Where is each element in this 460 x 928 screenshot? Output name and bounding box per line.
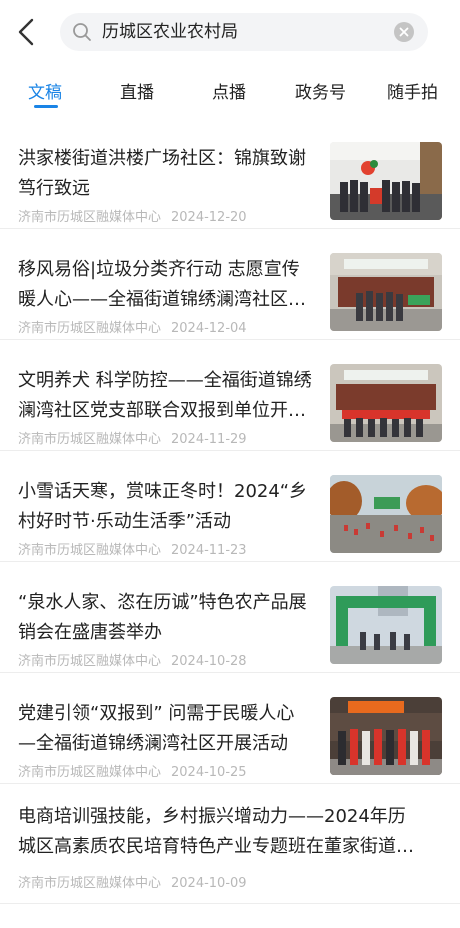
tab-zhibo[interactable]: 直播 xyxy=(120,78,154,103)
article-date: 2024-11-23 xyxy=(171,543,247,558)
search-input[interactable] xyxy=(102,13,382,51)
article-meta: 济南市历城区融媒体中心 2024-12-20 xyxy=(18,206,247,225)
article-source: 济南市历城区融媒体中心 xyxy=(18,765,162,780)
article-item[interactable]: 文明养犬 科学防控——全福街道锦绣澜湾社区党支部联合双报到单位开展文明养犬宣传活… xyxy=(0,340,460,451)
article-meta: 济南市历城区融媒体中心 2024-12-04 xyxy=(18,317,247,336)
article-item[interactable]: 移风易俗|垃圾分类齐行动 志愿宣传暖人心——全福街道锦绣澜湾社区开展垃圾分类宣传… xyxy=(0,229,460,340)
article-title: “泉水人家、恣在历诚”特色农产品展销会在盛唐荟举办 xyxy=(18,592,307,643)
tab-suishoupai[interactable]: 随手拍 xyxy=(387,78,438,103)
article-source: 济南市历城区融媒体中心 xyxy=(18,210,162,225)
article-title: 小雪话天寒，赏味正冬时！2024“乡村好时节·乐动生活季”活动 xyxy=(18,481,308,532)
article-title: 电商培训强技能，乡村振兴增动力——2024年历城区高素质农民培育特色产业专题班在… xyxy=(18,806,414,857)
article-meta: 济南市历城区融媒体中心 2024-10-28 xyxy=(18,650,247,669)
article-thumbnail xyxy=(330,364,442,442)
tab-dianbo[interactable]: 点播 xyxy=(212,78,246,103)
search-box[interactable] xyxy=(60,13,428,51)
article-date: 2024-10-28 xyxy=(171,654,247,669)
article-title: 洪家楼街道洪楼广场社区：锦旗致谢 笃行致远 xyxy=(18,148,306,199)
article-source: 济南市历城区融媒体中心 xyxy=(18,432,162,447)
category-tabs: 文稿 直播 点播 政务号 随手拍 xyxy=(0,62,460,118)
article-list: 洪家楼街道洪楼广场社区：锦旗致谢 笃行致远 济南市历城区融媒体中心 2024-12… xyxy=(0,118,460,904)
article-item[interactable]: 小雪话天寒，赏味正冬时！2024“乡村好时节·乐动生活季”活动 济南市历城区融媒… xyxy=(0,451,460,562)
article-item[interactable]: 党建引领“双报到” 问需于民暖人心 —全福街道锦绣澜湾社区开展活动 济南市历城区… xyxy=(0,673,460,784)
article-title: 党建引领“双报到” 问需于民暖人心 —全福街道锦绣澜湾社区开展活动 xyxy=(18,703,295,754)
article-title: 文明养犬 科学防控——全福街道锦绣澜湾社区党支部联合双报到单位开展文明养犬宣传活… xyxy=(18,370,312,421)
article-source: 济南市历城区融媒体中心 xyxy=(18,876,162,891)
article-item[interactable]: 电商培训强技能，乡村振兴增动力——2024年历城区高素质农民培育特色产业专题班在… xyxy=(0,784,460,904)
clear-icon[interactable] xyxy=(394,22,414,42)
article-date: 2024-11-29 xyxy=(171,432,247,447)
article-item[interactable]: 洪家楼街道洪楼广场社区：锦旗致谢 笃行致远 济南市历城区融媒体中心 2024-12… xyxy=(0,118,460,229)
back-arrow-icon[interactable] xyxy=(12,14,42,50)
search-icon xyxy=(72,22,92,42)
article-thumbnail xyxy=(330,697,442,775)
article-meta: 济南市历城区融媒体中心 2024-11-23 xyxy=(18,539,247,558)
article-meta: 济南市历城区融媒体中心 2024-10-25 xyxy=(18,761,247,780)
article-title: 移风易俗|垃圾分类齐行动 志愿宣传暖人心——全福街道锦绣澜湾社区开展垃圾分类宣传… xyxy=(18,259,306,310)
tab-wengao[interactable]: 文稿 xyxy=(28,78,62,103)
article-date: 2024-12-20 xyxy=(171,210,247,225)
article-thumbnail xyxy=(330,142,442,220)
active-tab-indicator xyxy=(34,105,58,108)
article-thumbnail xyxy=(330,586,442,664)
article-thumbnail xyxy=(330,475,442,553)
article-date: 2024-10-09 xyxy=(171,876,247,891)
article-source: 济南市历城区融媒体中心 xyxy=(18,321,162,336)
top-bar xyxy=(0,0,460,62)
article-item[interactable]: “泉水人家、恣在历诚”特色农产品展销会在盛唐荟举办 济南市历城区融媒体中心 202… xyxy=(0,562,460,673)
tab-zhengwuhao[interactable]: 政务号 xyxy=(295,78,346,103)
article-meta: 济南市历城区融媒体中心 2024-10-09 xyxy=(18,872,247,891)
article-meta: 济南市历城区融媒体中心 2024-11-29 xyxy=(18,428,247,447)
article-source: 济南市历城区融媒体中心 xyxy=(18,543,162,558)
article-thumbnail xyxy=(330,253,442,331)
article-source: 济南市历城区融媒体中心 xyxy=(18,654,162,669)
article-date: 2024-12-04 xyxy=(171,321,247,336)
article-date: 2024-10-25 xyxy=(171,765,247,780)
